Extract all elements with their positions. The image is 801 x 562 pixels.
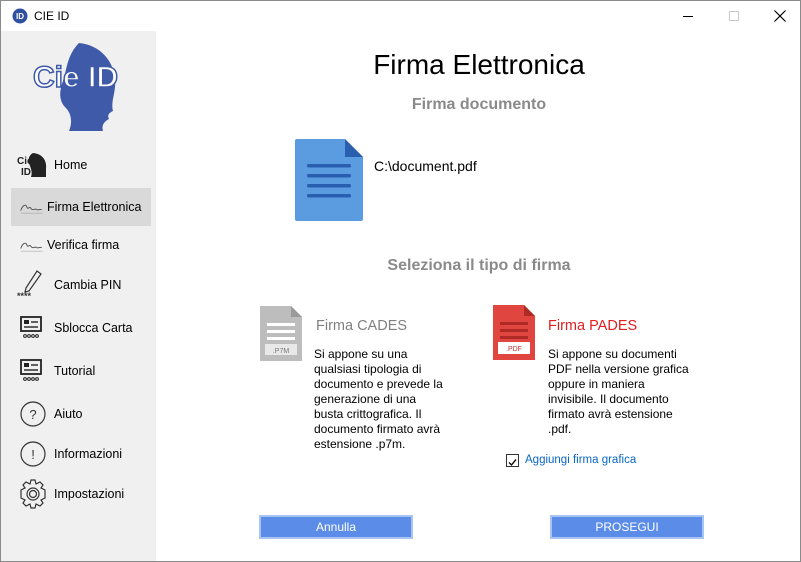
sidebar-item-label: Tutorial (54, 364, 96, 378)
sidebar-item-label: Sblocca Carta (54, 321, 133, 335)
sidebar-item-impostazioni[interactable]: Impostazioni (11, 475, 151, 513)
graphic-signature-checkbox[interactable] (506, 454, 519, 467)
sidebar-item-sblocca-carta[interactable]: Sblocca Carta (11, 309, 151, 347)
cades-option-title[interactable]: Firma CADES (316, 318, 407, 334)
p7m-file-icon[interactable]: .P7M (257, 305, 303, 363)
page-title: Firma Elettronica (373, 49, 585, 80)
app-logo-icon: ID (12, 8, 28, 24)
question-icon: ? (20, 401, 46, 427)
sidebar-item-tutorial[interactable]: Tutorial (11, 352, 151, 390)
signature-type-heading: Seleziona il tipo di firma (387, 257, 571, 274)
maximize-icon (729, 11, 739, 21)
sidebar-item-label: Cambia PIN (54, 278, 122, 292)
window-title: CIE ID (34, 9, 70, 23)
close-icon (774, 10, 786, 22)
page-subtitle: Firma documento (411, 96, 547, 113)
pen-pin-icon: **** (17, 270, 42, 301)
title-bar: ID CIE ID (1, 1, 800, 31)
sidebar-item-cambia-pin[interactable]: **** Cambia PIN (11, 266, 151, 304)
svg-text:.PDF: .PDF (506, 346, 522, 353)
document-icon (295, 139, 363, 221)
document-path: C:\document.pdf (374, 158, 477, 174)
svg-text:ID: ID (21, 167, 31, 178)
gear-icon (20, 479, 46, 509)
graphic-signature-label[interactable]: Aggiungi firma grafica (525, 454, 636, 466)
checkmark-icon (508, 459, 517, 467)
sidebar-item-informazioni[interactable]: ! Informazioni (11, 435, 151, 473)
proceed-button[interactable]: PROSEGUI (550, 515, 704, 539)
sidebar-item-label: Verifica firma (47, 238, 120, 252)
svg-text:ID: ID (16, 12, 24, 21)
sidebar-item-label: Home (54, 158, 88, 172)
sidebar-item-label: Informazioni (54, 447, 123, 461)
sidebar-item-home[interactable]: Cie ID Home (11, 146, 151, 184)
svg-text:?: ? (29, 407, 36, 422)
sidebar-item-label: Impostazioni (54, 487, 125, 501)
minimize-button[interactable] (665, 1, 711, 31)
signature-icon (20, 204, 43, 214)
sidebar-item-label: Firma Elettronica (47, 200, 142, 214)
pades-option-title[interactable]: Firma PADES (548, 318, 637, 334)
card-reader-icon (20, 316, 42, 338)
card-reader-icon (20, 359, 42, 381)
sidebar: Cie ID Cie ID Home Firma Elettronica Ver… (1, 31, 156, 561)
sidebar-item-firma-elettronica[interactable]: Firma Elettronica (11, 188, 151, 226)
sidebar-item-label: Aiuto (54, 407, 83, 421)
info-icon: ! (20, 441, 46, 467)
cades-description: Si appone su una qualsiasi tipologia di … (314, 347, 443, 451)
svg-text:.P7M: .P7M (273, 348, 290, 355)
svg-text:****: **** (17, 291, 32, 301)
signature-icon (20, 242, 43, 252)
logo-text-cie: Cie ID (33, 61, 118, 94)
svg-text:!: ! (31, 447, 35, 462)
cancel-button[interactable]: Annulla (259, 515, 413, 539)
cie-id-logo: Cie ID (32, 43, 119, 131)
svg-text:Cie: Cie (17, 156, 33, 167)
cie-id-icon: Cie ID (17, 153, 47, 178)
sidebar-item-aiuto[interactable]: ? Aiuto (11, 395, 151, 433)
maximize-button[interactable] (711, 1, 757, 31)
minimize-icon (683, 16, 693, 17)
sidebar-item-verifica-firma[interactable]: Verifica firma (11, 226, 151, 264)
app-window: ID CIE ID Cie ID Cie ID Home Firma Elett… (0, 0, 801, 562)
close-button[interactable] (757, 1, 801, 31)
pdf-file-icon[interactable]: .PDF (490, 304, 536, 362)
pades-description: Si appone su documenti PDF nella version… (548, 347, 689, 436)
